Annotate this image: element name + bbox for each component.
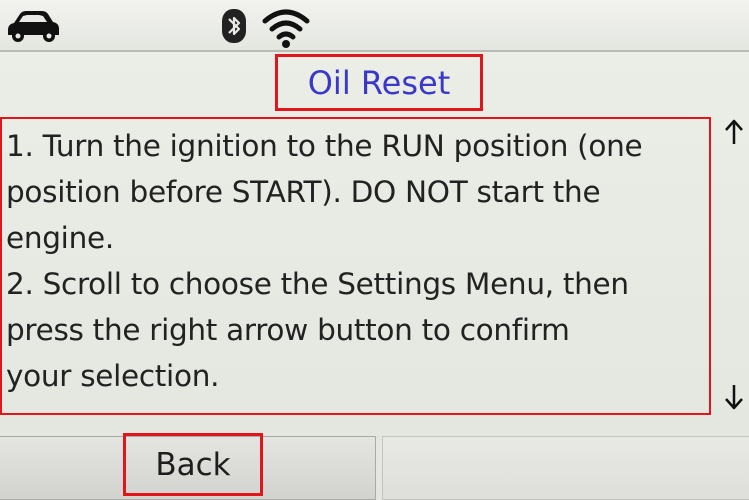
screen-title-highlight: Oil Reset [275,54,483,111]
instruction-line: your selection. [6,359,220,393]
bluetooth-icon [222,9,246,43]
screen-title: Oil Reset [307,63,451,102]
back-button-label: Back [155,446,231,483]
right-softkey[interactable] [382,436,749,500]
instructions-panel: 1. Turn the ignition to the RUN position… [0,117,711,415]
arrow-down-icon[interactable] [722,383,746,411]
car-icon [8,11,59,42]
instructions-text: 1. Turn the ignition to the RUN position… [6,123,711,399]
back-button[interactable]: Back [123,433,263,496]
status-bar [0,0,749,52]
instruction-line: engine. [6,221,114,255]
instruction-line: position before START). DO NOT start the [6,175,601,209]
instruction-line: 2. Scroll to choose the Settings Menu, t… [6,267,629,301]
instruction-line: press the right arrow button to confirm [6,313,570,347]
wifi-icon [262,9,310,48]
instruction-line: 1. Turn the ignition to the RUN position… [6,129,643,163]
arrow-up-icon[interactable] [722,118,746,146]
device-screen: Oil Reset 1. Turn the ignition to the RU… [0,0,749,500]
